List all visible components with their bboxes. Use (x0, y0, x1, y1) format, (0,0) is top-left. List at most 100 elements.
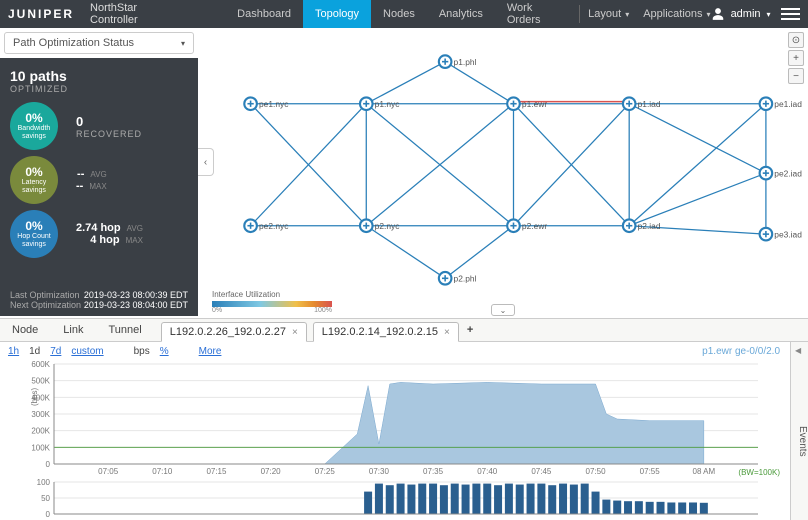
util-bar (407, 485, 415, 514)
product-name: NorthStar Controller (90, 2, 185, 26)
events-drawer[interactable]: Events (790, 342, 808, 520)
nav-tab-topology[interactable]: Topology (303, 0, 371, 28)
svg-text:300K: 300K (31, 410, 50, 419)
util-bar (429, 484, 437, 514)
util-bar (494, 485, 502, 514)
util-bar (635, 501, 643, 514)
svg-text:07:15: 07:15 (206, 467, 227, 476)
more-link[interactable]: More (199, 346, 222, 357)
detail-tabs: NodeLinkTunnel L192.0.2.26_192.0.2.27× L19… (0, 318, 808, 342)
unit-bps[interactable]: bps (134, 346, 150, 357)
topo-node-label: p1.phl (454, 57, 477, 67)
svg-text:07:55: 07:55 (640, 467, 661, 476)
unit-percent[interactable]: % (160, 346, 169, 357)
util-bar (548, 485, 556, 514)
util-bar (440, 485, 448, 514)
top-bar: JUNIPER NorthStar Controller DashboardTo… (0, 0, 808, 28)
topology-canvas[interactable]: ‹ ⊙ + − p1.phlpe1.nycp1.nycp1.ewrp1.iadp… (198, 28, 808, 318)
filter-select[interactable]: Path Optimization Status ▾ (4, 32, 194, 54)
svg-text:100: 100 (37, 478, 51, 487)
chevron-down-icon: ▾ (181, 39, 185, 48)
util-bar (613, 501, 621, 514)
util-bar (364, 492, 372, 514)
close-tab-icon[interactable]: × (444, 327, 450, 338)
util-bar (700, 503, 708, 514)
last-opt-value: 2019-03-23 08:00:39 EDT (84, 290, 188, 300)
sidebar: Path Optimization Status ▾ 10 paths OPTI… (0, 28, 198, 318)
util-bar (689, 502, 697, 514)
nav-tab-work-orders[interactable]: Work Orders (495, 0, 571, 28)
paths-count: 10 paths (10, 68, 188, 84)
interface-label: p1.ewr ge-0/0/2.0 (702, 346, 780, 357)
range-7d[interactable]: 7d (50, 346, 61, 357)
close-tab-icon[interactable]: × (292, 327, 298, 338)
user-menu[interactable]: admin▾ (711, 7, 771, 21)
nav-tab-dashboard[interactable]: Dashboard (225, 0, 303, 28)
util-bar (592, 492, 600, 514)
expand-down-button[interactable]: ⌄ (491, 304, 515, 316)
range-1h[interactable]: 1h (8, 346, 19, 357)
nav-tab-analytics[interactable]: Analytics (427, 0, 495, 28)
svg-text:07:25: 07:25 (315, 467, 336, 476)
util-bar (386, 485, 394, 514)
util-bar (657, 502, 665, 514)
next-opt-value: 2019-03-23 08:04:00 EDT (84, 300, 188, 310)
svg-text:07:10: 07:10 (152, 467, 173, 476)
utilization-legend: Interface Utilization 0%100% (212, 290, 332, 314)
detail-tab-link[interactable]: Link (51, 319, 96, 341)
detail-tab-tunnel[interactable]: Tunnel (96, 319, 154, 341)
util-bar (375, 484, 383, 514)
detail-tab-link[interactable]: L192.0.2.26_192.0.2.27× (161, 322, 307, 342)
separator (579, 5, 580, 23)
nav-tabs: DashboardTopologyNodesAnalyticsWork Orde… (225, 0, 571, 28)
topo-node-label: pe2.nyc (259, 221, 288, 231)
topo-node-label: pe3.iad (774, 229, 802, 239)
chart-panel: 1h1d7dcustombps%More p1.ewr ge-0/0/2.0 (… (0, 342, 808, 520)
topo-node-label: p2.nyc (375, 221, 400, 231)
svg-text:400K: 400K (31, 393, 50, 402)
util-bar (570, 485, 578, 514)
topo-node-label: p1.iad (638, 99, 661, 109)
detail-tab-node[interactable]: Node (0, 319, 51, 341)
svg-text:07:50: 07:50 (586, 467, 607, 476)
last-opt-label: Last Optimization (10, 290, 80, 300)
util-bar (527, 484, 535, 514)
svg-text:07:35: 07:35 (423, 467, 444, 476)
detail-tab-link[interactable]: L192.0.2.14_192.0.2.15× (313, 322, 459, 342)
nav-tab-nodes[interactable]: Nodes (371, 0, 427, 28)
svg-text:100K: 100K (31, 443, 50, 452)
topo-node-label: p1.ewr (522, 99, 547, 109)
range-custom[interactable]: custom (71, 346, 103, 357)
svg-text:08 AM: 08 AM (693, 467, 716, 476)
optimized-label: OPTIMIZED (10, 84, 188, 94)
recovered-value: 0 (76, 114, 142, 129)
optimization-panel: 10 paths OPTIMIZED 0% Bandwidth savings … (0, 58, 198, 316)
menu-icon[interactable] (781, 8, 800, 20)
util-bar (559, 484, 567, 514)
svg-text:07:45: 07:45 (531, 467, 552, 476)
applications-dropdown[interactable]: Applications▾ (643, 8, 710, 20)
svg-text:500K: 500K (31, 377, 50, 386)
util-bar (624, 501, 632, 514)
topo-node-label: p2.phl (454, 273, 477, 283)
brand-logo: JUNIPER (8, 7, 74, 21)
util-bar (472, 484, 480, 514)
range-1d[interactable]: 1d (29, 346, 40, 357)
layout-dropdown[interactable]: Layout▾ (588, 8, 629, 20)
next-opt-label: Next Optimization (10, 300, 81, 310)
util-bar (602, 500, 610, 514)
topo-node-label: pe1.iad (774, 99, 802, 109)
util-bar (451, 484, 459, 514)
topo-node-label: p2.ewr (522, 221, 547, 231)
recovered-label: RECOVERED (76, 129, 142, 139)
topo-node-label: pe2.iad (774, 168, 802, 178)
add-tab-button[interactable]: + (459, 319, 481, 341)
util-bar (397, 484, 405, 514)
topo-node-label: p1.nyc (375, 99, 400, 109)
topo-node-label: pe1.nyc (259, 99, 288, 109)
util-bar (537, 484, 545, 514)
util-bar (646, 502, 654, 514)
svg-text:50: 50 (41, 494, 50, 503)
util-bar (516, 485, 524, 514)
svg-text:200K: 200K (31, 427, 50, 436)
